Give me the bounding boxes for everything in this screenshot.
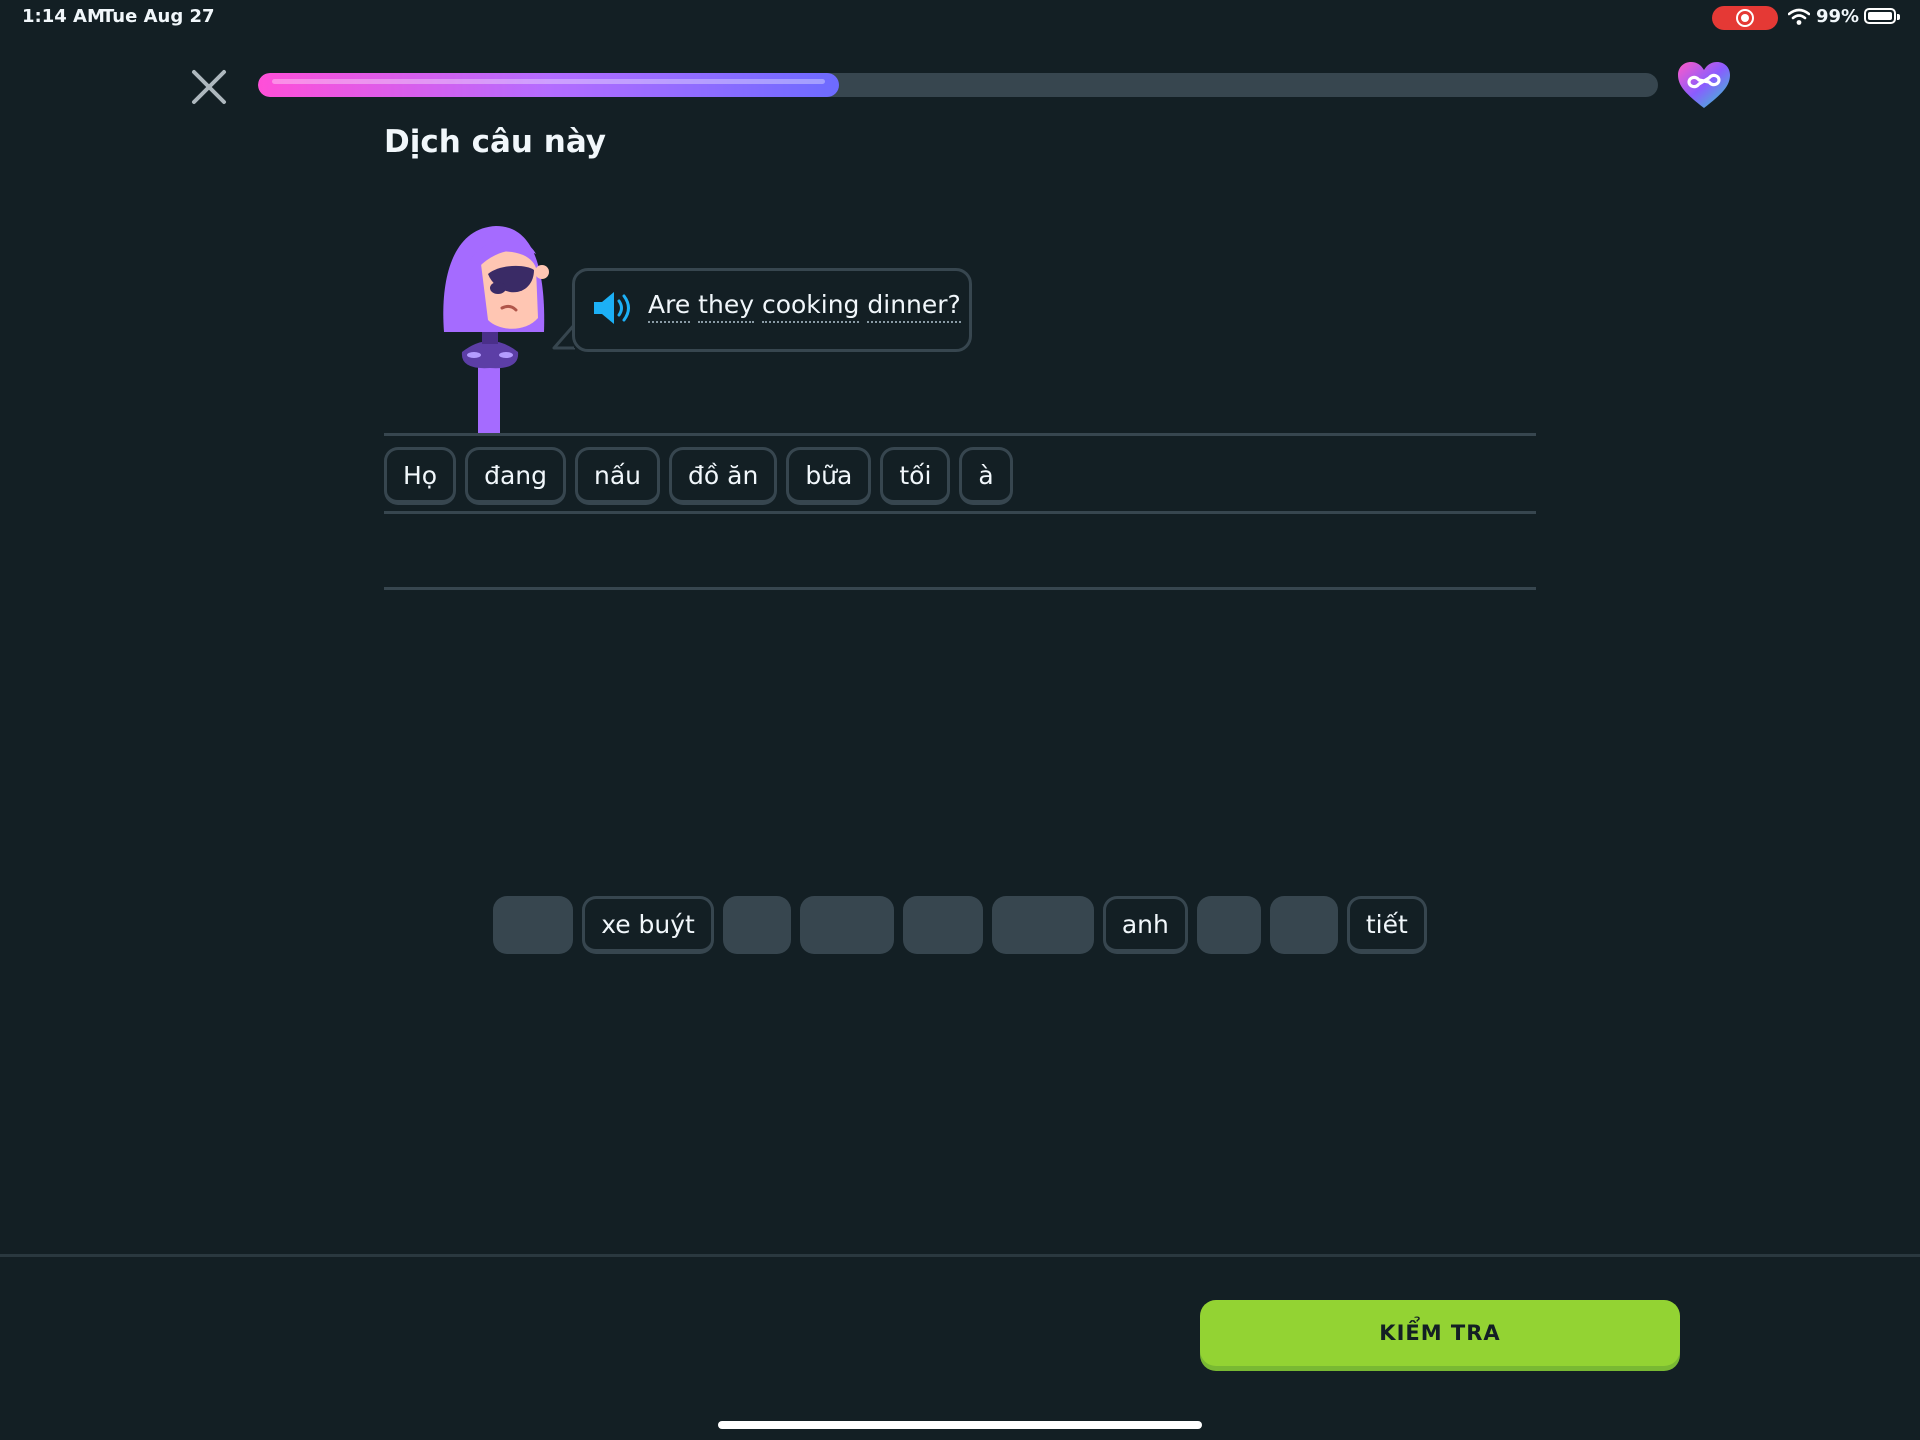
answer-chip[interactable]: tối	[880, 447, 951, 505]
word-bank-empty-slot	[799, 896, 894, 954]
infinity-heart-icon[interactable]	[1676, 60, 1732, 110]
prompt-word[interactable]: Are	[648, 290, 691, 323]
prompt-word[interactable]: dinner?	[867, 290, 961, 323]
word-bank-empty-slot	[1269, 896, 1338, 954]
status-date: Tue Aug 27	[102, 6, 215, 27]
answer-chip[interactable]: đang	[465, 447, 567, 505]
answer-chip[interactable]: đồ ăn	[669, 447, 778, 505]
character-avatar	[443, 226, 549, 435]
answer-chip[interactable]: à	[959, 447, 1013, 505]
battery-percent: 99%	[1816, 6, 1860, 27]
prompt-sentence: Are they cooking dinner?	[648, 290, 961, 323]
answer-chip[interactable]: Họ	[384, 447, 457, 505]
answer-line-top	[384, 433, 1536, 436]
prompt-word[interactable]: they	[698, 290, 754, 323]
battery-icon	[1864, 8, 1900, 24]
page-title: Dịch câu này	[384, 124, 606, 160]
footer-divider	[0, 1254, 1920, 1257]
word-bank-chip[interactable]: xe buýt	[582, 896, 714, 954]
speaker-icon[interactable]	[592, 288, 634, 328]
word-bank-chip[interactable]: anh	[1102, 896, 1188, 954]
answer-line-middle	[384, 511, 1536, 514]
answer-chip[interactable]: nấu	[575, 447, 661, 505]
word-bank-empty-slot	[722, 896, 791, 954]
status-time: 1:14 AM	[22, 6, 105, 27]
check-button[interactable]: KIỂM TRA	[1200, 1300, 1680, 1366]
answer-chip[interactable]: bữa	[786, 447, 872, 505]
answer-line-bottom	[384, 587, 1536, 590]
word-bank-empty-slot	[902, 896, 983, 954]
answer-row: Họ đang nấu đồ ăn bữa tối à	[384, 447, 1013, 505]
word-bank: xe buýt anh tiết	[0, 896, 1920, 954]
word-bank-chip[interactable]: tiết	[1346, 896, 1427, 954]
wifi-icon	[1788, 8, 1810, 25]
screen-record-icon	[1712, 6, 1778, 30]
word-bank-empty-slot	[493, 896, 574, 954]
lesson-progress-bar	[258, 73, 1658, 97]
word-bank-empty-slot	[1196, 896, 1261, 954]
word-bank-empty-slot	[991, 896, 1094, 954]
prompt-word[interactable]: cooking	[761, 290, 860, 323]
close-icon[interactable]	[188, 66, 230, 108]
home-indicator	[718, 1421, 1202, 1429]
lesson-progress-fill	[258, 73, 839, 97]
